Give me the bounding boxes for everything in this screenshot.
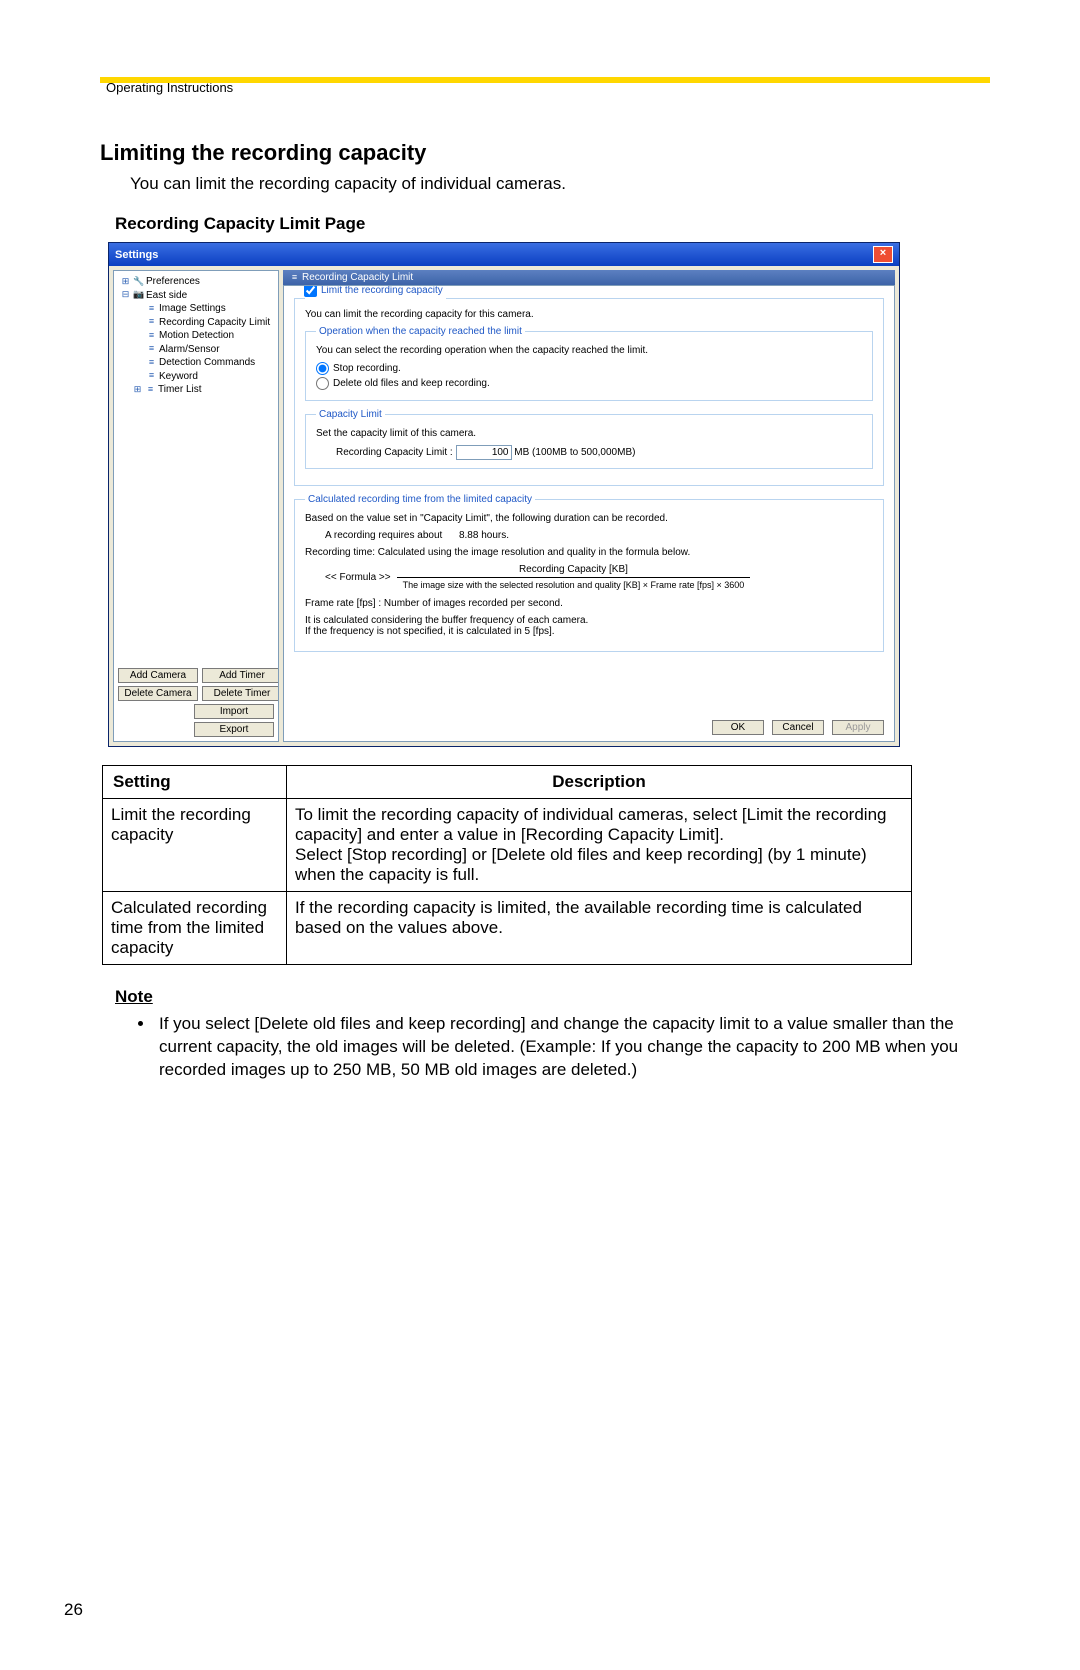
calc-hours: 8.88 hours.: [459, 530, 509, 541]
operation-fieldset: Operation when the capacity reached the …: [305, 326, 873, 401]
delete-camera-button[interactable]: Delete Camera: [118, 686, 198, 701]
radio-stop[interactable]: [316, 362, 329, 375]
plus-icon: ⊞: [120, 276, 131, 287]
radio-delete-label: Delete old files and keep recording.: [333, 378, 490, 389]
note-list: If you select [Delete old files and keep…: [155, 1013, 1000, 1082]
settings-window: Settings × ⊞🔧Preferences ⊟📷East side ≡Im…: [108, 242, 900, 747]
radio-stop-label: Stop recording.: [333, 363, 401, 374]
window-title: Settings: [115, 249, 158, 261]
th-setting: Setting: [103, 766, 287, 799]
list-icon: ≡: [146, 303, 157, 314]
note-item: If you select [Delete old files and keep…: [155, 1013, 990, 1082]
tree-alarm[interactable]: ≡Alarm/Sensor: [116, 343, 276, 357]
radio-delete[interactable]: [316, 377, 329, 390]
camera-icon: 📷: [133, 289, 144, 300]
desc-cell: If the recording capacity is limited, th…: [287, 892, 912, 965]
list-icon: ≡: [145, 384, 156, 395]
limit-legend: Limit the recording capacity: [321, 285, 443, 296]
settings-sidebar: ⊞🔧Preferences ⊟📷East side ≡Image Setting…: [113, 270, 279, 742]
table-row: Calculated recording time from the limit…: [103, 892, 912, 965]
add-timer-button[interactable]: Add Timer: [202, 668, 279, 683]
cancel-button[interactable]: Cancel: [772, 720, 824, 735]
capacity-label: Recording Capacity Limit :: [336, 447, 453, 458]
tree-rcl[interactable]: ≡Recording Capacity Limit: [116, 316, 276, 330]
window-titlebar: Settings ×: [109, 243, 899, 266]
th-desc: Description: [287, 766, 912, 799]
tree-preferences[interactable]: ⊞🔧Preferences: [116, 275, 276, 289]
table-row: Limit the recording capacity To limit th…: [103, 799, 912, 892]
capacity-legend: Capacity Limit: [316, 409, 385, 420]
tree-det-commands[interactable]: ≡Detection Commands: [116, 356, 276, 370]
operation-legend: Operation when the capacity reached the …: [316, 326, 525, 337]
tree-keyword[interactable]: ≡Keyword: [116, 370, 276, 384]
calc-fieldset: Calculated recording time from the limit…: [294, 494, 884, 652]
page-title: Limiting the recording capacity: [100, 140, 1000, 166]
calc-req-label: A recording requires about: [325, 530, 442, 541]
limit-checkbox[interactable]: [304, 285, 317, 297]
list-icon: ≡: [146, 357, 157, 368]
panel-title: ≡Recording Capacity Limit: [283, 270, 895, 285]
capacity-suffix: MB (100MB to 500,000MB): [514, 447, 635, 458]
list-icon: ≡: [146, 370, 157, 381]
capacity-fieldset: Capacity Limit Set the capacity limit of…: [305, 409, 873, 469]
wrench-icon: 🔧: [133, 276, 144, 287]
fps-note: Frame rate [fps] : Number of images reco…: [305, 598, 873, 609]
calc-note: Recording time: Calculated using the ima…: [305, 547, 873, 558]
section-subhead: Recording Capacity Limit Page: [115, 214, 1000, 234]
add-camera-button[interactable]: Add Camera: [118, 668, 198, 683]
tree-east-side[interactable]: ⊟📷East side: [116, 289, 276, 303]
formula-label: << Formula >>: [325, 572, 391, 583]
delete-timer-button[interactable]: Delete Timer: [202, 686, 279, 701]
accent-bar: [100, 77, 990, 83]
operation-desc: You can select the recording operation w…: [316, 345, 862, 356]
settings-tree: ⊞🔧Preferences ⊟📷East side ≡Image Setting…: [114, 271, 278, 401]
list-icon: ≡: [289, 272, 300, 283]
calc-legend: Calculated recording time from the limit…: [305, 494, 535, 505]
close-icon[interactable]: ×: [873, 246, 893, 263]
tree-motion[interactable]: ≡Motion Detection: [116, 329, 276, 343]
setting-cell: Calculated recording time from the limit…: [103, 892, 287, 965]
formula-numerator: Recording Capacity [KB]: [397, 564, 751, 578]
limit-fieldset: Limit the recording capacity You can lim…: [294, 296, 884, 486]
page-number: 26: [64, 1600, 83, 1620]
tree-image-settings[interactable]: ≡Image Settings: [116, 302, 276, 316]
settings-table: Setting Description Limit the recording …: [102, 765, 912, 965]
import-button[interactable]: Import: [194, 704, 274, 719]
intro-text: You can limit the recording capacity of …: [130, 174, 1000, 194]
capacity-desc: Set the capacity limit of this camera.: [316, 428, 862, 439]
ok-button[interactable]: OK: [712, 720, 764, 735]
list-icon: ≡: [146, 330, 157, 341]
apply-button[interactable]: Apply: [832, 720, 884, 735]
plus-icon: ⊞: [132, 384, 143, 395]
formula-denominator: The image size with the selected resolut…: [397, 578, 751, 590]
list-icon: ≡: [146, 343, 157, 354]
list-icon: ≡: [146, 316, 157, 327]
limit-desc: You can limit the recording capacity for…: [305, 309, 873, 320]
tree-timer[interactable]: ⊞≡Timer List: [116, 383, 276, 397]
minus-icon: ⊟: [120, 289, 131, 300]
capacity-input[interactable]: [456, 445, 512, 460]
export-button[interactable]: Export: [194, 722, 274, 737]
setting-cell: Limit the recording capacity: [103, 799, 287, 892]
fps-note2: It is calculated considering the buffer …: [305, 615, 873, 637]
note-heading: Note: [115, 987, 1000, 1007]
desc-cell: To limit the recording capacity of indiv…: [287, 799, 912, 892]
calc-desc: Based on the value set in "Capacity Limi…: [305, 513, 873, 524]
